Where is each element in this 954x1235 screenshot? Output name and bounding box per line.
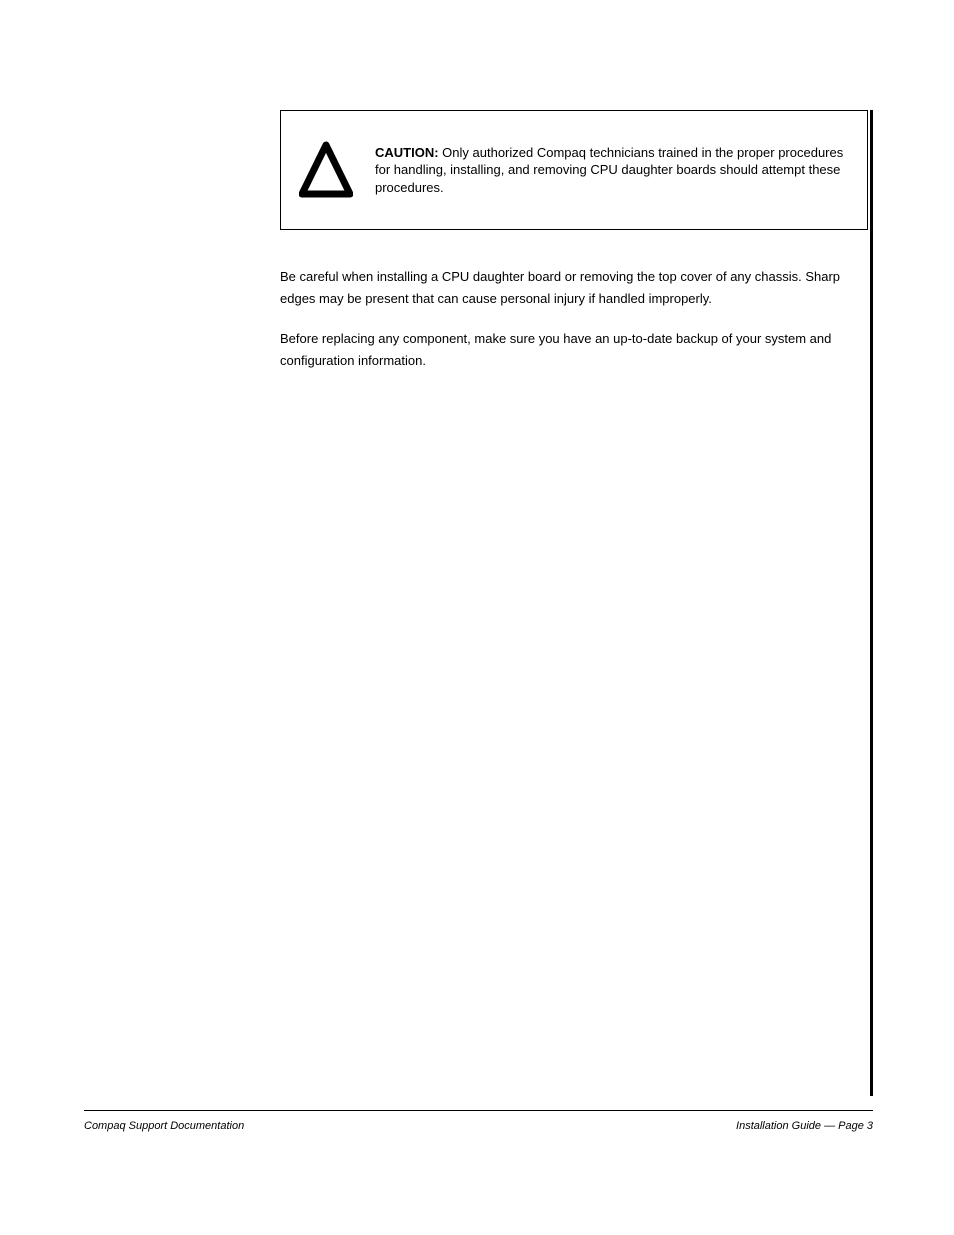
footer: Compaq Support Documentation Installatio…	[84, 1120, 873, 1132]
footer-right: Installation Guide — Page 3	[736, 1120, 873, 1132]
vertical-rule	[870, 110, 873, 1096]
paragraph-1: Be careful when installing a CPU daughte…	[280, 266, 868, 310]
footer-left: Compaq Support Documentation	[84, 1120, 244, 1132]
caution-lead: CAUTION:	[375, 145, 439, 160]
paragraph-2: Before replacing any component, make sur…	[280, 328, 868, 372]
footer-rule	[84, 1110, 873, 1111]
page: CAUTION: Only authorized Compaq technici…	[0, 0, 954, 1235]
content-area: CAUTION: Only authorized Compaq technici…	[280, 110, 868, 390]
caution-box: CAUTION: Only authorized Compaq technici…	[280, 110, 868, 230]
caution-body: Only authorized Compaq technicians train…	[375, 145, 843, 195]
caution-triangle-icon	[299, 141, 353, 199]
caution-text: CAUTION: Only authorized Compaq technici…	[375, 144, 849, 197]
body-text: Be careful when installing a CPU daughte…	[280, 266, 868, 372]
